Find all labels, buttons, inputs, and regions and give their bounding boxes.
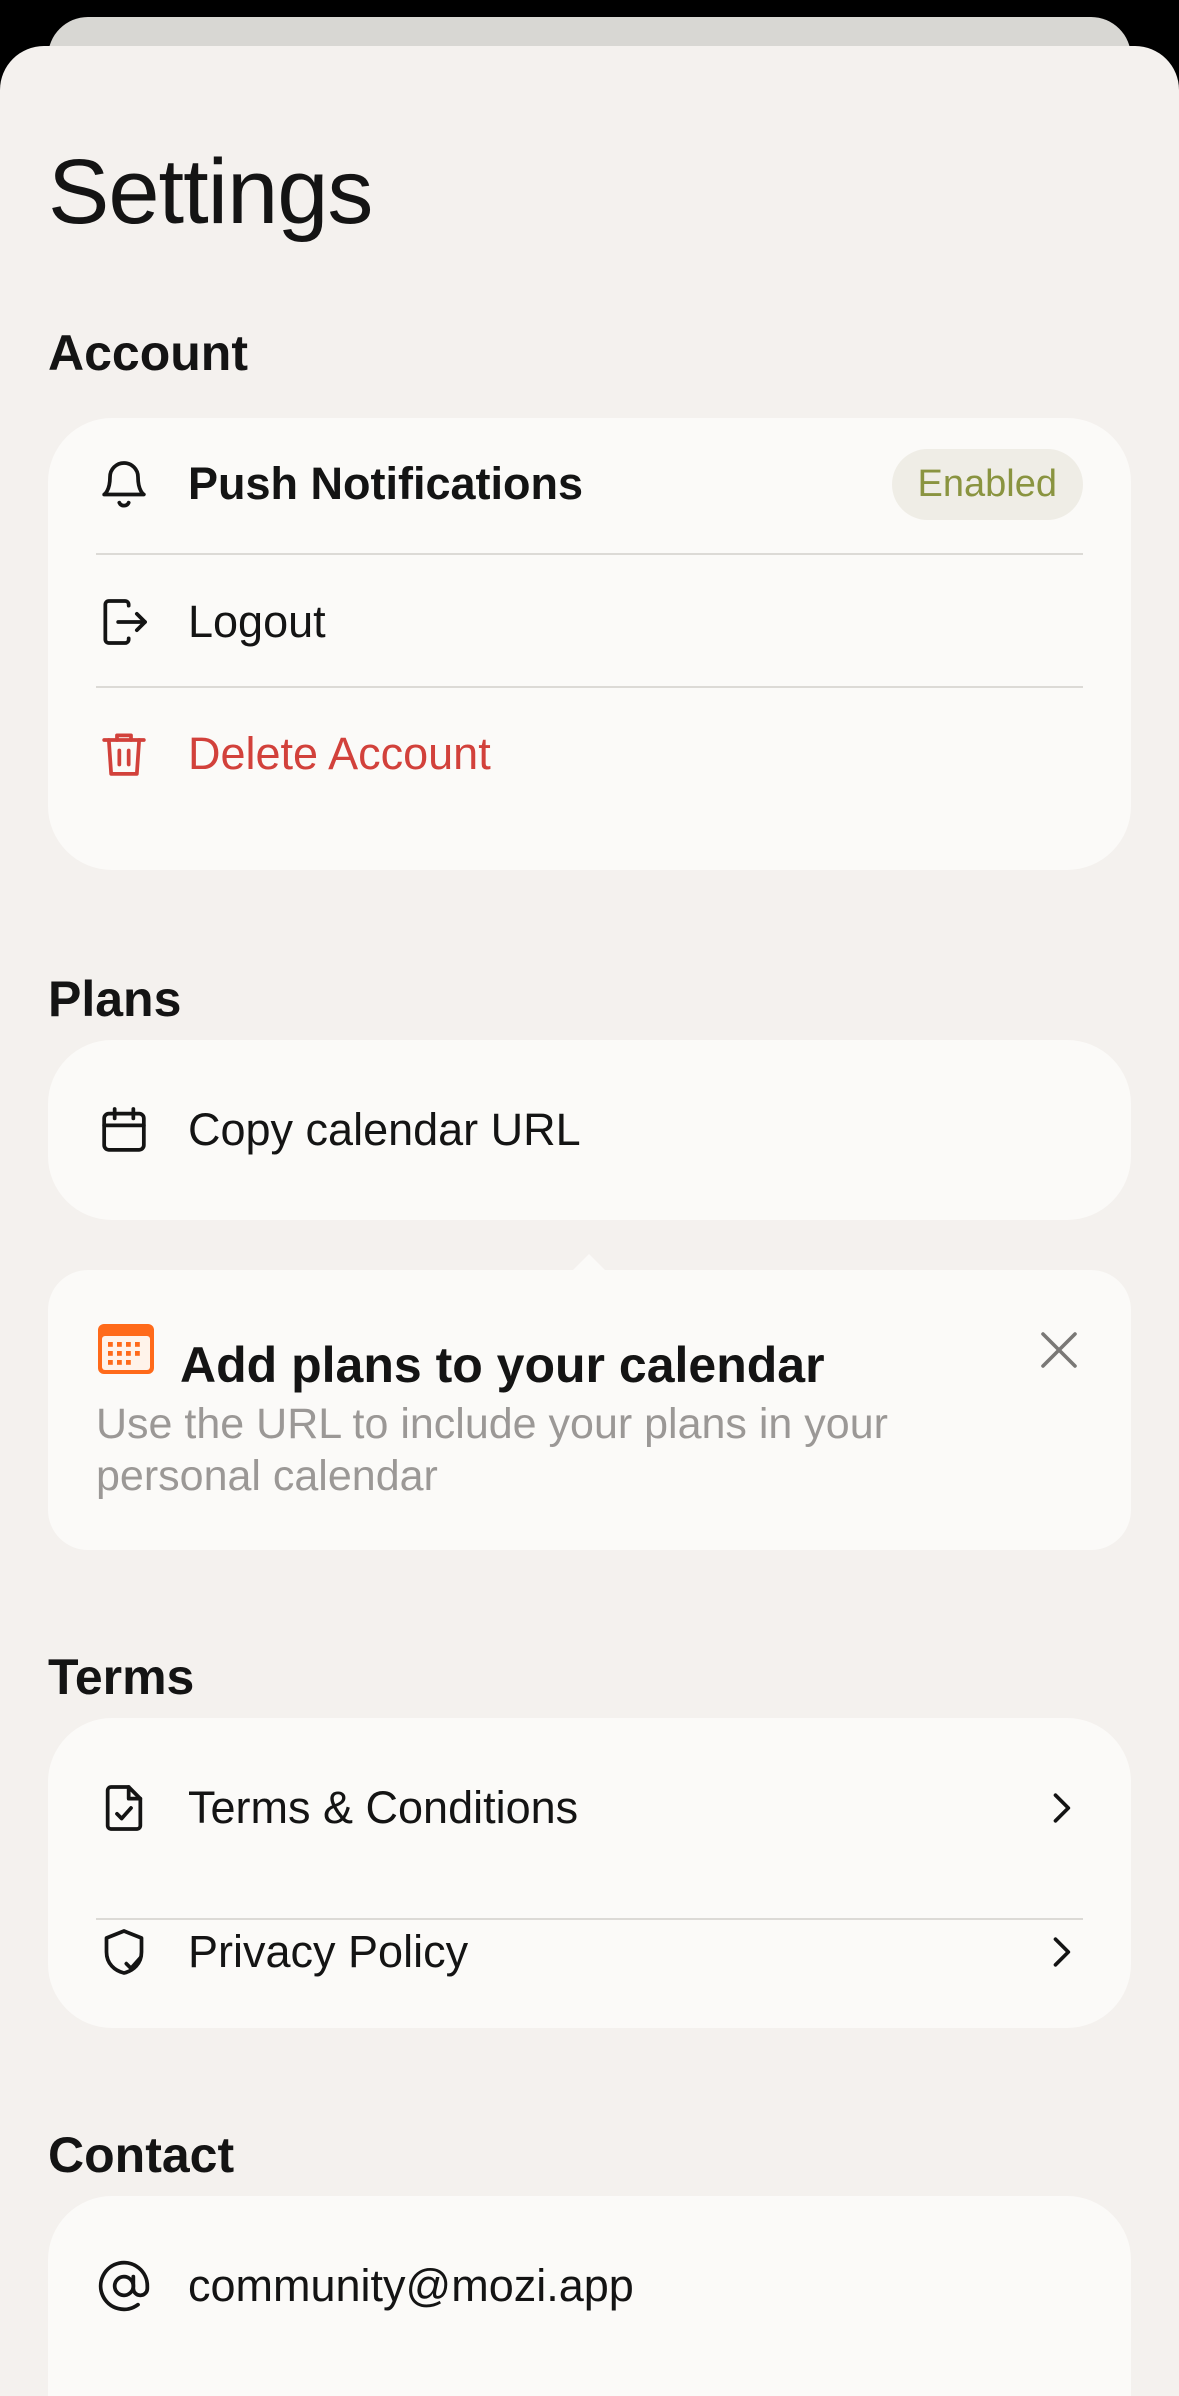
delete-account-row[interactable]: Delete Account [96, 688, 1083, 820]
contact-email-row[interactable]: community@mozi.app [96, 2220, 1083, 2352]
divider [96, 553, 1083, 555]
settings-sheet: Settings Account Push Notifications Enab… [0, 46, 1179, 2396]
calendar-grid-icon [96, 1318, 156, 1378]
contact-email-label: community@mozi.app [188, 2260, 634, 2311]
terms-conditions-row[interactable]: Terms & Conditions [96, 1742, 1083, 1874]
calendar-tip-card: Add plans to your calendar Use the URL t… [48, 1270, 1131, 1550]
section-title-contact: Contact [48, 2127, 235, 2183]
tip-body: Use the URL to include your plans in you… [96, 1400, 888, 1500]
contact-card: community@mozi.app [48, 2196, 1131, 2396]
section-title-account: Account [48, 325, 248, 381]
at-sign-icon [96, 2258, 152, 2314]
document-check-icon [96, 1780, 152, 1836]
logout-icon [96, 594, 152, 650]
logout-row[interactable]: Logout [96, 556, 1083, 688]
page-title: Settings [48, 141, 373, 243]
tip-title: Add plans to your calendar [180, 1337, 825, 1393]
bell-icon [96, 456, 152, 512]
delete-account-label: Delete Account [188, 728, 491, 779]
push-notifications-label: Push Notifications [188, 458, 584, 509]
section-title-plans: Plans [48, 971, 182, 1027]
privacy-policy-row[interactable]: Privacy Policy [96, 1886, 1083, 2018]
account-card: Push Notifications Enabled Logout Delete… [48, 418, 1131, 870]
terms-conditions-label: Terms & Conditions [188, 1782, 579, 1833]
privacy-policy-label: Privacy Policy [188, 1926, 469, 1977]
copy-calendar-url-label: Copy calendar URL [188, 1104, 581, 1155]
copy-calendar-url-row[interactable]: Copy calendar URL [96, 1064, 1083, 1196]
status-badge: Enabled [891, 448, 1083, 520]
logout-label: Logout [188, 596, 326, 647]
close-icon[interactable] [1035, 1326, 1083, 1374]
shield-check-icon [96, 1924, 152, 1980]
plans-card: Copy calendar URL [48, 1040, 1131, 1220]
calendar-icon [96, 1102, 152, 1158]
chevron-right-icon [1053, 1937, 1071, 1967]
chevron-right-icon [1053, 1793, 1071, 1823]
push-notifications-row[interactable]: Push Notifications Enabled [96, 418, 1083, 550]
trash-icon [96, 726, 152, 782]
section-title-terms: Terms [48, 1649, 195, 1705]
terms-card: Terms & Conditions Privacy Policy [48, 1718, 1131, 2028]
